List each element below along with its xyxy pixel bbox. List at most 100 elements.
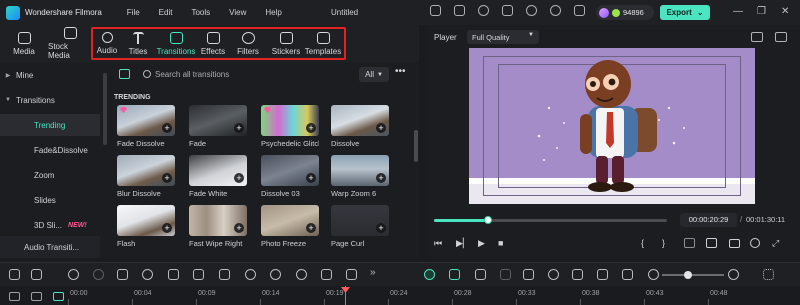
track-settings-icon[interactable] [53,292,64,301]
list-icon[interactable] [572,269,583,280]
add-plus-icon[interactable]: + [306,223,316,233]
menu-help[interactable]: Help [265,8,281,17]
keyframe-icon[interactable] [346,269,357,280]
link-icon[interactable] [31,292,42,301]
sidebar-scrollbar[interactable] [103,73,107,145]
category-filter-select[interactable]: All ▼ [359,67,389,82]
export-button[interactable]: Export ⌄ [660,5,710,20]
volume-icon[interactable] [750,238,760,248]
zoom-out-icon[interactable] [648,269,659,280]
tool-audio[interactable]: Audio [92,25,122,62]
grid-apps-icon[interactable] [574,5,585,16]
transition-card[interactable]: + Fade [189,105,247,148]
timer-icon[interactable] [270,269,281,280]
add-plus-icon[interactable]: + [376,123,386,133]
lightbulb-icon[interactable] [478,5,489,16]
content-scrollbar[interactable] [414,130,418,162]
sidebar-item-audio-transitions[interactable]: Audio Transiti... [0,236,100,258]
zoom-in-icon[interactable] [728,269,739,280]
transition-thumbnail[interactable]: + [331,205,389,236]
menu-view[interactable]: View [229,8,246,17]
timeline-ruler[interactable]: 00:00 00:04 00:09 00:14 00:19 00:24 00:28 00:33… [0,286,800,305]
save-icon[interactable] [502,5,513,16]
fullscreen-icon[interactable]: ⤢ [772,237,779,249]
tool-titles[interactable]: Titles [122,25,154,62]
color-icon[interactable] [296,269,307,280]
mark-in-icon[interactable]: { [641,237,644,249]
select-cursor-icon[interactable] [31,269,42,280]
add-track-icon[interactable] [9,292,20,301]
transition-card[interactable]: + Photo Freeze [261,205,319,248]
add-plus-icon[interactable]: + [162,223,172,233]
add-plus-icon[interactable]: + [162,173,172,183]
camera-snapshot-icon[interactable] [729,239,740,248]
minimize-button[interactable]: — [733,6,743,18]
transition-thumbnail[interactable]: + [261,205,319,236]
screen-icon[interactable] [622,269,633,280]
sidebar-item-mine[interactable]: ▶ Mine [0,64,100,86]
add-plus-icon[interactable]: + [376,223,386,233]
snapshot-image-icon[interactable] [751,32,763,42]
render-preview-icon[interactable] [684,238,695,248]
ai-mode-icon[interactable] [424,269,435,280]
transition-card[interactable]: + Dissolve 03 [261,155,319,198]
transition-card[interactable]: + Fade Dissolve [117,105,175,148]
mark-out-icon[interactable]: } [662,237,665,249]
monitor-icon[interactable] [706,238,717,248]
progress-knob[interactable] [484,216,492,224]
transition-card[interactable]: + Fade White [189,155,247,198]
search-input[interactable] [155,67,345,82]
maximize-button[interactable]: ❐ [757,6,766,18]
add-plus-icon[interactable]: + [234,223,244,233]
tool-transitions[interactable]: Transitions [154,25,198,62]
credit-balance[interactable]: 94896 [596,5,654,20]
sidebar-item-zoom[interactable]: Zoom [0,164,100,186]
sidebar-item-trending[interactable]: Trending [0,114,100,136]
sidebar-item-slides[interactable]: Slides [0,189,100,211]
add-plus-icon[interactable]: + [306,173,316,183]
scissors-split-icon[interactable] [142,269,153,280]
transition-thumbnail[interactable]: + [331,155,389,186]
auto-ripple-icon[interactable] [475,269,486,280]
play-icon[interactable]: ▶ [478,237,485,249]
menu-file[interactable]: File [127,8,140,17]
sidebar-item-transitions[interactable]: ▼ Transitions [0,89,100,111]
play-frame-icon[interactable]: ▶▏ [456,237,470,249]
transform-icon[interactable] [219,269,230,280]
stop-icon[interactable]: ■ [498,237,503,249]
preview-canvas[interactable] [469,48,755,204]
tool-effects[interactable]: Effects [198,25,228,62]
menu-edit[interactable]: Edit [159,8,173,17]
image-icon[interactable] [775,32,787,42]
monitor-icon[interactable] [430,5,441,16]
tool-filters[interactable]: Filters [228,25,268,62]
delete-trash-icon[interactable] [117,269,128,280]
progress-track[interactable] [434,216,667,224]
redo-icon[interactable] [93,269,104,280]
disabled-tool-icon[interactable] [500,269,511,280]
snap-magnet-icon[interactable] [449,269,460,280]
current-time[interactable]: 00:00:20:29 [680,213,737,227]
captions-icon[interactable] [597,269,608,280]
more-options-icon[interactable]: ••• [395,66,406,77]
add-plus-icon[interactable]: + [162,123,172,133]
transition-card[interactable]: + Blur Dissolve [117,155,175,198]
double-chevron-right-icon[interactable]: » [370,267,381,278]
transition-thumbnail[interactable]: + [331,105,389,136]
favorites-icon[interactable] [119,69,130,79]
tool-stickers[interactable]: Stickers [268,25,304,62]
transition-card[interactable]: + Dissolve [331,105,389,148]
transition-thumbnail[interactable]: + [117,155,175,186]
text-tool-icon[interactable] [193,269,204,280]
layout-icon[interactable] [9,269,20,280]
zoom-slider[interactable] [662,274,724,276]
transition-thumbnail[interactable]: + [189,205,247,236]
tool-stock-media[interactable]: Stock Media [48,25,92,62]
add-plus-icon[interactable]: + [234,173,244,183]
sidebar-item-fade-dissolve[interactable]: Fade&Dissolve [0,139,100,161]
sidebar-item-3d-slides[interactable]: 3D Sli... NEW! [0,214,100,236]
transition-card[interactable]: + Flash [117,205,175,248]
transition-thumbnail[interactable]: + [117,105,175,136]
shield-icon[interactable] [523,269,534,280]
cloud-upload-icon[interactable] [526,5,537,16]
